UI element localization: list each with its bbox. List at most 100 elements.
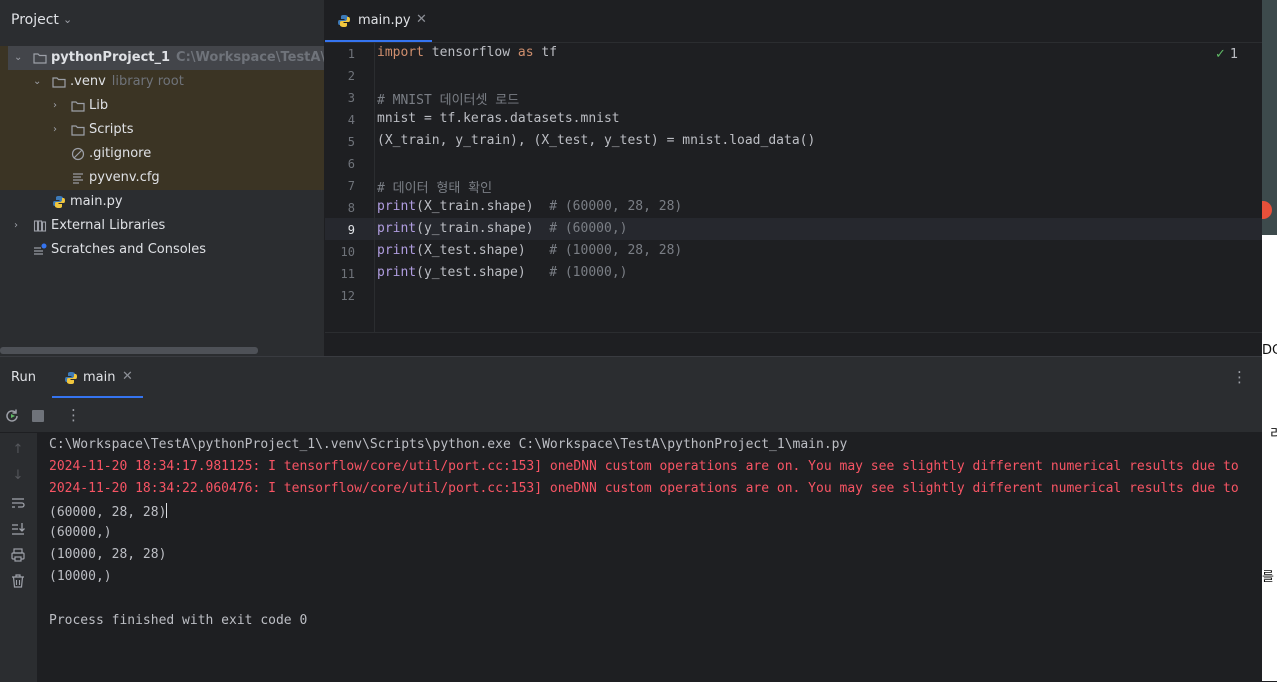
project-title[interactable]: Project — [11, 12, 59, 28]
tree-item-label: pyvenv.cfg — [89, 170, 160, 185]
code-line-8[interactable]: print(X_train.shape) # (60000, 28, 28) — [377, 199, 682, 214]
run-panel: Run main ✕ ⋮ ⋮ ↑ ↓ C:\Workspace\TestA\py… — [0, 356, 1262, 682]
inspections-widget[interactable]: ✓ 1 — [1215, 47, 1238, 62]
close-icon[interactable]: ✕ — [122, 369, 133, 384]
code-keyword: as — [517, 45, 534, 60]
background-text-fragment: 리 — [1270, 427, 1277, 442]
console-line-error: 2024-11-20 18:34:22.060476: I tensorflow… — [49, 481, 1239, 496]
line-number: 2 — [347, 69, 355, 83]
chevron-down-icon[interactable]: ⌄ — [14, 46, 22, 70]
code-line-7[interactable]: # 데이터 형태 확인 — [377, 177, 492, 196]
console-text: (60000, 28, 28) — [49, 505, 167, 520]
more-options-icon[interactable]: ⋮ — [1232, 368, 1247, 386]
print-icon[interactable] — [10, 547, 26, 563]
line-number: 1 — [347, 47, 355, 61]
stop-icon[interactable] — [31, 409, 45, 423]
code-line-10[interactable]: print(X_test.shape) # (10000, 28, 28) — [377, 243, 682, 258]
run-tab-main[interactable]: main ✕ — [52, 357, 143, 398]
tree-item-hint: library root — [111, 74, 184, 89]
tree-item-gitignore[interactable]: .gitignore — [0, 142, 324, 166]
tree-item-pyvenv[interactable]: pyvenv.cfg — [0, 166, 324, 190]
run-side-toolbar: ↑ ↓ — [0, 433, 37, 682]
rerun-icon[interactable] — [4, 408, 20, 424]
code-line-9[interactable]: print(y_train.shape) # (60000,) — [377, 221, 627, 236]
chevron-down-icon[interactable]: ⌄ — [63, 13, 72, 26]
run-header: Run main ✕ ⋮ — [0, 357, 1262, 398]
trash-icon[interactable] — [10, 573, 26, 589]
folder-icon — [71, 101, 85, 112]
console-line-error: 2024-11-20 18:34:17.981125: I tensorflow… — [49, 459, 1239, 474]
ignored-file-icon — [71, 147, 85, 161]
line-number: 11 — [340, 267, 355, 281]
tree-item-label: main.py — [70, 194, 123, 209]
editor-tab-bar: main.py ✕ — [325, 0, 1262, 43]
tree-item-label: External Libraries — [51, 218, 166, 233]
tree-item-external-libraries[interactable]: › External Libraries — [0, 214, 324, 238]
line-number: 4 — [347, 113, 355, 127]
tree-item-label: Lib — [89, 98, 109, 113]
tab-label: main.py — [358, 13, 411, 28]
code-text: (y_train.shape) — [416, 221, 550, 236]
editor-pane: main.py ✕ 1 2 3 4 5 6 7 8 9 10 11 12 imp… — [325, 0, 1262, 357]
code-line-11[interactable]: print(y_test.shape) # (10000,) — [377, 265, 627, 280]
project-panel: Project ⌄ ⌄ pythonProject_1 C:\Workspace\… — [0, 0, 324, 356]
code-line-1[interactable]: import tensorflow as tf — [377, 45, 557, 60]
tab-main-py[interactable]: main.py ✕ — [325, 0, 432, 42]
close-icon[interactable]: ✕ — [416, 12, 427, 27]
scroll-to-end-icon[interactable] — [10, 521, 26, 537]
code-line-3[interactable]: # MNIST 데이터셋 로드 — [377, 89, 519, 108]
code-builtin: print — [377, 265, 417, 280]
console-line-exit: Process finished with exit code 0 — [49, 613, 308, 628]
tree-item-scripts[interactable]: › Scripts — [0, 118, 324, 142]
code-line-4[interactable]: mnist = tf.keras.datasets.mnist — [377, 111, 620, 126]
tree-item-label: .venv — [70, 74, 106, 89]
code-comment: # (10000, 28, 28) — [549, 243, 683, 258]
code-text: tensorflow — [423, 45, 518, 60]
python-file-icon — [65, 372, 77, 384]
run-toolbar: ⋮ — [0, 398, 1262, 433]
folder-icon — [33, 53, 47, 64]
run-tab-label: main — [83, 370, 116, 385]
line-number: 5 — [347, 135, 355, 149]
background-window-image — [1262, 0, 1277, 235]
chevron-right-icon[interactable]: › — [53, 118, 57, 142]
arrow-down-icon[interactable]: ↓ — [10, 468, 26, 484]
code-comment: # (60000,) — [549, 221, 628, 236]
text-file-icon — [73, 173, 83, 184]
code-keyword: import — [377, 45, 424, 60]
chevron-down-icon[interactable]: ⌄ — [33, 70, 41, 94]
background-text-fragment: DC — [1262, 343, 1277, 358]
line-number-current: 9 — [347, 223, 355, 237]
more-actions-icon[interactable]: ⋮ — [66, 406, 81, 424]
line-number: 10 — [340, 245, 355, 259]
code-text: (y_test.shape) — [416, 265, 550, 280]
soft-wrap-icon[interactable] — [10, 495, 26, 511]
tree-item-label: .gitignore — [89, 146, 152, 161]
code-builtin: print — [377, 243, 417, 258]
run-title[interactable]: Run — [11, 370, 36, 385]
tree-item-venv[interactable]: ⌄ .venv library root — [0, 70, 324, 94]
console-line: (10000, 28, 28) — [49, 547, 167, 562]
tree-item-lib[interactable]: › Lib — [0, 94, 324, 118]
project-header[interactable]: Project ⌄ — [0, 0, 324, 42]
library-icon — [33, 220, 47, 232]
tree-item-main-py[interactable]: main.py — [0, 190, 324, 214]
line-number-gutter: 1 2 3 4 5 6 7 8 9 10 11 12 — [325, 42, 375, 332]
chevron-right-icon[interactable]: › — [14, 214, 18, 238]
code-text: tf — [533, 45, 558, 60]
chevron-right-icon[interactable]: › — [53, 94, 57, 118]
folder-icon — [71, 125, 85, 136]
tree-item-scratches[interactable]: Scratches and Consoles — [0, 238, 324, 262]
arrow-up-icon[interactable]: ↑ — [10, 442, 26, 458]
console-line: (10000,) — [49, 569, 112, 584]
tree-item-pythonproject[interactable]: ⌄ pythonProject_1 C:\Workspace\TestA\pyth… — [0, 46, 324, 70]
tree-item-label: Scripts — [89, 122, 134, 137]
line-number: 12 — [340, 289, 355, 303]
tree-item-path: C:\Workspace\TestA\pythonProject_1 — [176, 50, 324, 65]
horizontal-scrollbar[interactable] — [0, 347, 258, 354]
code-builtin: print — [377, 199, 417, 214]
code-comment: # (10000,) — [549, 265, 628, 280]
background-text-fragment: 를 — [1262, 570, 1274, 585]
code-line-5[interactable]: (X_train, y_train), (X_test, y_test) = m… — [377, 133, 815, 148]
line-number: 8 — [347, 201, 355, 215]
